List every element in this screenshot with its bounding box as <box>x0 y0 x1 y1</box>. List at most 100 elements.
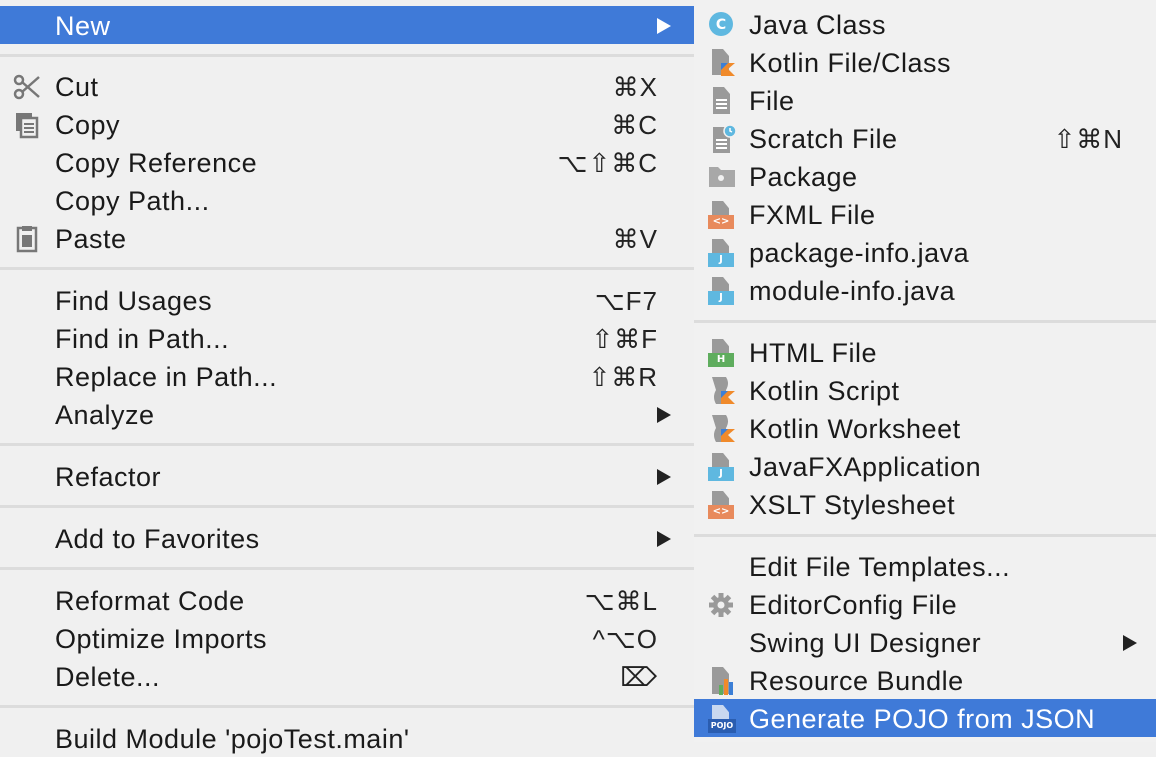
submenu-item-javafx-application[interactable]: J JavaFXApplication <box>694 447 1156 485</box>
menu-item-label: Resource Bundle <box>749 666 964 696</box>
submenu-item-html-file[interactable]: H HTML File <box>694 333 1156 371</box>
kotlin-file-icon <box>708 49 738 77</box>
file-tag: J <box>708 253 734 267</box>
menu-item-refactor[interactable]: Refactor <box>0 457 694 495</box>
menu-item-label: Replace in Path... <box>55 362 278 392</box>
submenu-item-module-info[interactable]: J module-info.java <box>694 271 1156 309</box>
package-folder-icon <box>708 163 738 191</box>
menu-item-copy[interactable]: Copy ⌘C <box>0 105 694 143</box>
submenu-item-java-class[interactable]: C Java Class <box>694 5 1156 43</box>
menu-item-label: EditorConfig File <box>749 590 958 620</box>
menu-item-replace-in-path[interactable]: Replace in Path... ⇧⌘R <box>0 357 694 395</box>
html-file-icon: H <box>708 339 738 367</box>
submenu-item-generate-pojo[interactable]: POJO Generate POJO from JSON <box>694 699 1156 737</box>
menu-item-copy-reference[interactable]: Copy Reference ⌥⇧⌘C <box>0 143 694 181</box>
svg-text:C: C <box>716 17 726 33</box>
submenu-item-resource-bundle[interactable]: Resource Bundle <box>694 661 1156 699</box>
file-tag: <> <box>708 215 734 229</box>
separator <box>0 567 694 570</box>
file-icon <box>708 87 738 115</box>
menu-item-delete[interactable]: Delete... ⌦ <box>0 657 694 695</box>
submenu-arrow-icon <box>1123 635 1137 651</box>
menu-item-label: Swing UI Designer <box>749 628 982 658</box>
submenu-item-package[interactable]: Package <box>694 157 1156 195</box>
menu-item-label: module-info.java <box>749 276 956 306</box>
separator <box>0 54 694 57</box>
menu-item-analyze[interactable]: Analyze <box>0 395 694 433</box>
file-tag: J <box>708 291 734 305</box>
menu-item-label: Scratch File <box>749 124 898 154</box>
menu-item-label: Delete... <box>55 662 161 692</box>
menu-item-label: Analyze <box>55 400 155 430</box>
submenu-item-kotlin-script[interactable]: Kotlin Script <box>694 371 1156 409</box>
file-tag: <> <box>708 505 734 519</box>
submenu-item-swing-ui-designer[interactable]: Swing UI Designer <box>694 623 1156 661</box>
shortcut-text: ⇧⌘F <box>591 324 658 354</box>
shortcut-text: ⌥⌘L <box>584 586 658 616</box>
submenu-item-xslt-stylesheet[interactable]: <> XSLT Stylesheet <box>694 485 1156 523</box>
submenu-arrow-icon <box>657 531 671 547</box>
shortcut-text: ⌥⇧⌘C <box>557 148 658 178</box>
menu-item-label: Package <box>749 162 858 192</box>
submenu-item-kotlin-file-class[interactable]: Kotlin File/Class <box>694 43 1156 81</box>
submenu-item-kotlin-worksheet[interactable]: Kotlin Worksheet <box>694 409 1156 447</box>
shortcut-text: ^⌥O <box>592 624 658 654</box>
submenu-item-fxml-file[interactable]: <> FXML File <box>694 195 1156 233</box>
submenu-item-editorconfig-file[interactable]: EditorConfig File <box>694 585 1156 623</box>
menu-item-copy-path[interactable]: Copy Path... <box>0 181 694 219</box>
shortcut-text: ⌘X <box>612 72 658 102</box>
submenu-arrow-icon <box>657 469 671 485</box>
menu-item-label: Edit File Templates... <box>749 552 1011 582</box>
menu-item-label: Kotlin File/Class <box>749 48 952 78</box>
kotlin-worksheet-icon <box>708 415 738 443</box>
menu-item-find-usages[interactable]: Find Usages ⌥F7 <box>0 281 694 319</box>
shortcut-text: ⌦ <box>620 662 658 692</box>
copy-icon <box>12 111 42 139</box>
fxml-file-icon: <> <box>708 201 738 229</box>
menu-item-paste[interactable]: Paste ⌘V <box>0 219 694 257</box>
submenu-item-edit-file-templates[interactable]: Edit File Templates... <box>694 547 1156 585</box>
menu-item-label: Cut <box>55 72 99 102</box>
gear-icon <box>708 591 738 619</box>
menu-item-add-to-favorites[interactable]: Add to Favorites <box>0 519 694 557</box>
shortcut-text: ⌥F7 <box>594 286 658 316</box>
menu-item-label: HTML File <box>749 338 878 368</box>
menu-item-label: File <box>749 86 795 116</box>
menu-item-label: Reformat Code <box>55 586 245 616</box>
submenu-item-scratch-file[interactable]: Scratch File ⇧⌘N <box>694 119 1156 157</box>
context-menu: New Cut ⌘X Copy ⌘C Copy Reference ⌥⇧⌘C C… <box>0 0 694 754</box>
java-file-icon: J <box>708 453 738 481</box>
menu-item-build-module[interactable]: Build Module 'pojoTest.main' <box>0 719 694 757</box>
menu-item-label: Optimize Imports <box>55 624 268 654</box>
menu-item-cut[interactable]: Cut ⌘X <box>0 67 694 105</box>
menu-item-find-in-path[interactable]: Find in Path... ⇧⌘F <box>0 319 694 357</box>
menu-item-optimize-imports[interactable]: Optimize Imports ^⌥O <box>0 619 694 657</box>
submenu-arrow-icon <box>657 407 671 423</box>
menu-item-label: Copy Reference <box>55 148 258 178</box>
separator <box>0 443 694 446</box>
separator <box>694 534 1156 537</box>
menu-item-new[interactable]: New <box>0 6 694 44</box>
shortcut-text: ⌘C <box>611 110 658 140</box>
separator <box>0 505 694 508</box>
submenu-arrow-icon <box>657 18 671 34</box>
menu-item-label: Copy <box>55 110 121 140</box>
menu-item-reformat-code[interactable]: Reformat Code ⌥⌘L <box>0 581 694 619</box>
menu-item-label: Copy Path... <box>55 186 210 216</box>
new-submenu: C Java Class Kotlin File/Class File Scra… <box>694 0 1156 742</box>
menu-item-label: FXML File <box>749 200 876 230</box>
java-file-icon: J <box>708 277 738 305</box>
submenu-item-file[interactable]: File <box>694 81 1156 119</box>
separator <box>0 705 694 708</box>
scratch-file-icon <box>708 124 738 153</box>
menu-item-label: Generate POJO from JSON <box>749 704 1096 734</box>
menu-item-label: package-info.java <box>749 238 970 268</box>
file-tag: POJO <box>708 719 736 733</box>
shortcut-text: ⇧⌘R <box>588 362 658 392</box>
menu-item-label: XSLT Stylesheet <box>749 490 956 520</box>
submenu-item-package-info[interactable]: J package-info.java <box>694 233 1156 271</box>
menu-item-label: Refactor <box>55 462 162 492</box>
file-tag: J <box>708 467 734 481</box>
clipboard-icon <box>12 225 42 253</box>
menu-item-label: Paste <box>55 224 127 254</box>
